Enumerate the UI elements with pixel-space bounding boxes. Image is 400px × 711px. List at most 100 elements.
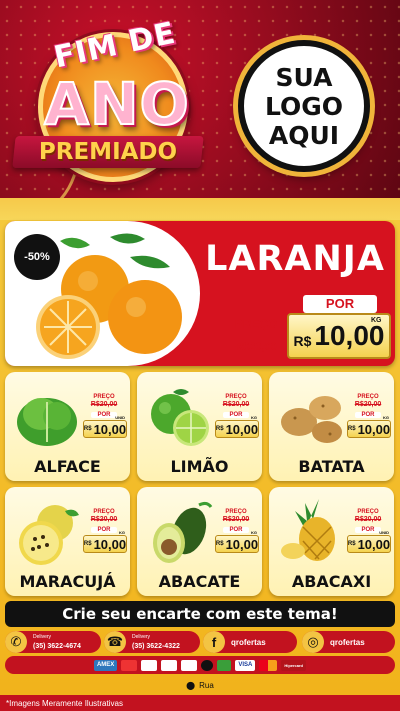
product-name: ABACATE [158,572,241,591]
facebook-handle: qrofertas [231,637,266,647]
instagram-link[interactable]: ◎ qrofertas [302,631,395,653]
current-price: R$ 10,00 [347,535,391,553]
hipercard-icon: Hipercard [281,659,307,671]
featured-product-card: -50% LARANJA POR PREÇO R$20,00 R$ 10,00 … [5,221,395,366]
unit-label: KG [371,317,382,324]
address-text: Rua [199,680,214,690]
price-value: 10,00 [93,421,127,437]
logo-text: AQUI [268,120,340,150]
old-price: R$20,00 [222,516,250,523]
whatsapp-contact[interactable]: ✆ Delivery (35) 3622-4674 [5,631,101,653]
mastercard-icon [259,659,278,671]
preco-label: PREÇO [93,509,115,515]
logo-text: SUA [275,62,333,92]
facebook-link[interactable]: f qrofertas [203,631,297,653]
featured-price-tag: POR PREÇO R$20,00 R$ 10,00 KG [229,295,391,361]
payment-methods: AMEX VISA Hipercard [5,656,395,674]
avocado-icon [153,501,213,563]
old-price: R$20,00 [222,401,250,408]
current-price: R$ 10,00 [83,420,127,438]
price-value: 10,00 [357,536,391,552]
visa-card-icon: VISA [235,659,256,671]
currency-label: R$ [215,426,224,432]
price-value: 10,00 [225,421,259,437]
price-value: 10,00 [314,320,385,351]
price-value: 10,00 [225,536,259,552]
card-icon [181,659,198,671]
currency-label: R$ [215,541,224,547]
product-price-tag: PREÇO R$20,00 POR KG R$ 10,00 [345,394,391,452]
header-divider [0,198,400,220]
preco-label: PREÇO [225,509,247,515]
product-card: PREÇO R$20,00 POR KG R$ 10,00 BATATA [269,372,394,481]
old-price: R$20,00 [235,341,277,353]
product-card: PREÇO R$20,00 POR UNID R$ 10,00 ABACAXI [269,487,394,596]
por-label: POR [91,527,117,533]
facebook-icon: f [203,631,225,653]
lime-icon [151,389,209,446]
pineapple-icon [281,499,335,561]
price-value: 10,00 [357,421,391,437]
contact-phone: (35) 3622-4322 [132,643,180,650]
card-icon [217,659,232,671]
product-card: PREÇO R$20,00 POR KG R$ 10,00 LIMÃO [137,372,262,481]
old-price: R$20,00 [90,516,118,523]
currency-label: R$ [347,426,356,432]
card-icon [141,659,158,671]
old-price: R$20,00 [354,516,382,523]
product-card: PREÇO R$20,00 POR KG R$ 10,00 ABACATE [137,487,262,596]
product-name: MARACUJÁ [19,572,116,591]
currency-label: R$ [293,333,312,349]
instagram-icon: ◎ [302,631,324,653]
logo-text: LOGO [264,91,344,121]
preco-label: PREÇO [93,394,115,400]
current-price: R$ 10,00 [215,420,259,438]
contact-label: Delivery [33,634,52,640]
contact-phone: (35) 3622-4674 [33,643,81,650]
product-price-tag: PREÇO R$20,00 POR KG R$ 10,00 [81,509,127,567]
product-price-tag: PREÇO R$20,00 POR UNID R$ 10,00 [345,509,391,567]
headline-ano: ANO [43,69,190,139]
por-label: POR [355,527,381,533]
old-price: R$20,00 [354,401,382,408]
instagram-handle: qrofertas [330,637,365,647]
product-price-tag: PREÇO R$20,00 POR KG R$ 10,00 [213,394,259,452]
product-card: PREÇO R$20,00 POR UNID R$ 10,00 ALFACE [5,372,130,481]
preco-label: PREÇO [234,317,278,331]
por-label: POR [223,412,249,418]
featured-product-name: LARANJA [205,239,385,279]
por-label: POR [303,295,377,313]
product-name: LIMÃO [170,457,229,476]
card-icon [201,659,214,671]
por-label: POR [91,412,117,418]
currency-label: R$ [347,541,356,547]
product-name: ABACAXI [291,572,372,591]
cta-banner[interactable]: Crie seu encarte com este tema! [5,601,395,627]
current-price: R$ 10,00 [83,535,127,553]
preco-label: PREÇO [225,394,247,400]
phone-icon: ☎ [104,631,126,653]
discount-badge: -50% [14,234,60,280]
old-price: R$20,00 [90,401,118,408]
product-card: PREÇO R$20,00 POR KG R$ 10,00 MARACUJÁ [5,487,130,596]
por-label: POR [355,412,381,418]
product-name: BATATA [298,457,365,476]
card-icon [161,659,178,671]
contact-label: Delivery [132,634,151,640]
potato-icon [281,396,342,443]
headline-premiado: PREMIADO [38,139,178,165]
preco-label: PREÇO [357,509,379,515]
current-price: R$ 10,00 [347,420,391,438]
logo-placeholder: SUA LOGO AQUI [238,40,370,172]
phone-contact[interactable]: ☎ Delivery (35) 3622-4322 [104,631,200,653]
passion-fruit-icon [19,505,79,565]
address-line: ⬤ Rua [0,678,400,692]
whatsapp-icon: ✆ [5,631,27,653]
currency-label: R$ [83,541,92,547]
amex-card-icon: AMEX [93,659,118,671]
disclaimer-footer: *Imagens Meramente Ilustrativas [0,695,400,711]
lettuce-icon [17,398,77,446]
header-banner: FIM DE ANO PREMIADO SUA LOGO AQUI [0,0,400,205]
por-label: POR [223,527,249,533]
location-pin-icon: ⬤ [186,680,196,690]
